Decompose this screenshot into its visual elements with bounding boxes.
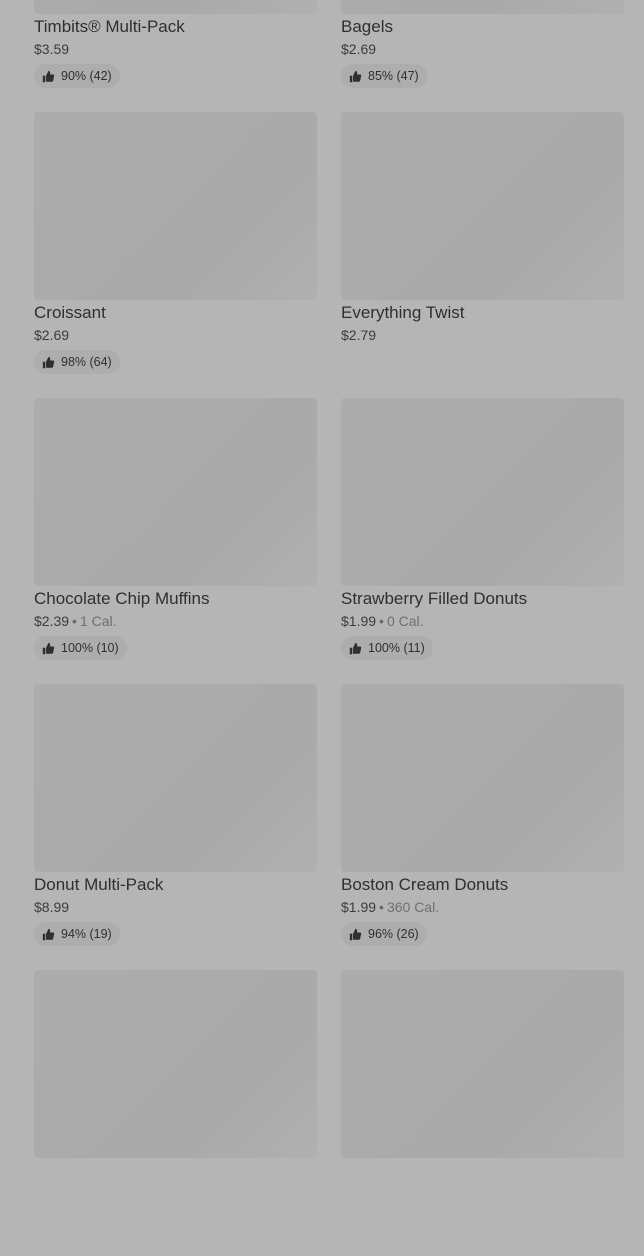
product-calories: 1 Cal. bbox=[79, 613, 117, 629]
product-price: $8.99 bbox=[34, 899, 70, 915]
product-meta: $1.99 • 0 Cal. bbox=[341, 611, 624, 631]
product-title[interactable]: Bagels bbox=[341, 16, 624, 38]
product-price: $3.59 bbox=[34, 41, 70, 57]
product-price: $1.99 bbox=[341, 899, 377, 915]
product-title[interactable]: Donut Multi-Pack bbox=[34, 874, 317, 896]
product-title[interactable]: Strawberry Filled Donuts bbox=[341, 588, 624, 610]
product-card[interactable]: Croissant $2.69 98% (64) bbox=[34, 112, 317, 398]
product-image[interactable] bbox=[34, 112, 317, 300]
rating-text: 100% (10) bbox=[61, 641, 119, 655]
product-title[interactable]: Chocolate Chip Muffins bbox=[34, 588, 317, 610]
product-meta: $2.69 bbox=[34, 325, 317, 345]
product-price: $2.69 bbox=[341, 41, 377, 57]
product-card[interactable]: Bagels $2.69 85% (47) bbox=[341, 0, 624, 112]
rating-text: 98% (64) bbox=[61, 355, 112, 369]
rating-text: 85% (47) bbox=[368, 69, 419, 83]
rating-badge: 94% (19) bbox=[34, 922, 120, 946]
product-calories: 0 Cal. bbox=[386, 613, 424, 629]
product-image[interactable] bbox=[341, 112, 624, 300]
product-title[interactable]: Boston Cream Donuts bbox=[341, 874, 624, 896]
meta-separator: • bbox=[72, 613, 77, 629]
rating-badge: 98% (64) bbox=[34, 350, 120, 374]
product-meta: $8.99 bbox=[34, 897, 317, 917]
product-price: $2.69 bbox=[34, 327, 70, 343]
rating-text: 94% (19) bbox=[61, 927, 112, 941]
product-image[interactable] bbox=[34, 0, 317, 14]
product-image[interactable] bbox=[341, 684, 624, 872]
product-meta: $3.59 bbox=[34, 39, 317, 59]
product-grid: Timbits® Multi-Pack $3.59 90% (42) Bagel… bbox=[34, 0, 624, 1256]
product-meta: $1.99 • 360 Cal. bbox=[341, 897, 624, 917]
rating-badge: 100% (10) bbox=[34, 636, 127, 660]
thumbs-up-icon bbox=[349, 642, 362, 654]
rating-badge: 90% (42) bbox=[34, 64, 120, 88]
rating-badge: 85% (47) bbox=[341, 64, 427, 88]
thumbs-up-icon bbox=[349, 70, 362, 82]
thumbs-up-icon bbox=[42, 70, 55, 82]
thumbs-up-icon bbox=[42, 928, 55, 940]
product-card[interactable]: Donut Multi-Pack $8.99 94% (19) bbox=[34, 684, 317, 970]
product-calories: 360 Cal. bbox=[386, 899, 440, 915]
product-card[interactable]: Everything Twist $2.79 bbox=[341, 112, 624, 398]
product-card[interactable] bbox=[341, 970, 624, 1256]
product-card[interactable]: Strawberry Filled Donuts $1.99 • 0 Cal. 10… bbox=[341, 398, 624, 684]
meta-separator: • bbox=[379, 899, 384, 915]
thumbs-up-icon bbox=[42, 642, 55, 654]
product-card[interactable]: Timbits® Multi-Pack $3.59 90% (42) bbox=[34, 0, 317, 112]
product-meta: $2.69 bbox=[341, 39, 624, 59]
product-card[interactable]: Boston Cream Donuts $1.99 • 360 Cal. 96% (… bbox=[341, 684, 624, 970]
product-price: $2.79 bbox=[341, 327, 377, 343]
product-image[interactable] bbox=[341, 0, 624, 14]
product-image[interactable] bbox=[34, 970, 317, 1158]
product-price: $2.39 bbox=[34, 613, 70, 629]
product-image[interactable] bbox=[341, 970, 624, 1158]
rating-text: 100% (11) bbox=[368, 641, 425, 655]
product-meta: $2.39 • 1 Cal. bbox=[34, 611, 317, 631]
rating-badge: 100% (11) bbox=[341, 636, 433, 660]
product-meta: $2.79 bbox=[341, 325, 624, 345]
product-image[interactable] bbox=[34, 684, 317, 872]
product-card[interactable] bbox=[34, 970, 317, 1256]
thumbs-up-icon bbox=[349, 928, 362, 940]
product-image[interactable] bbox=[341, 398, 624, 586]
rating-text: 96% (26) bbox=[368, 927, 419, 941]
thumbs-up-icon bbox=[42, 356, 55, 368]
product-title[interactable]: Timbits® Multi-Pack bbox=[34, 16, 317, 38]
product-card[interactable]: Chocolate Chip Muffins $2.39 • 1 Cal. 100%… bbox=[34, 398, 317, 684]
rating-badge: 96% (26) bbox=[341, 922, 427, 946]
product-title[interactable]: Croissant bbox=[34, 302, 317, 324]
product-image[interactable] bbox=[34, 398, 317, 586]
rating-text: 90% (42) bbox=[61, 69, 112, 83]
product-title[interactable]: Everything Twist bbox=[341, 302, 624, 324]
product-price: $1.99 bbox=[341, 613, 377, 629]
meta-separator: • bbox=[379, 613, 384, 629]
